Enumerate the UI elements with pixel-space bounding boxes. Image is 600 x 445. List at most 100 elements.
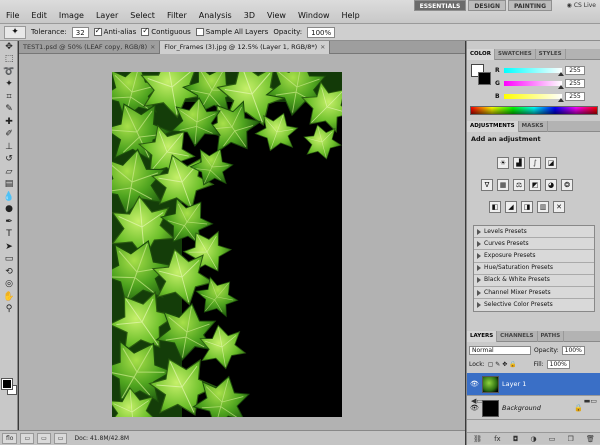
menu-item-analysis[interactable]: Analysis xyxy=(193,9,238,23)
tolerance-input[interactable]: 32 xyxy=(71,26,89,38)
selective-color-icon[interactable]: ✕ xyxy=(553,201,565,213)
list-item[interactable]: Levels Presets xyxy=(474,226,594,239)
clone-stamp-tool-icon[interactable]: ⊥ xyxy=(0,141,18,154)
posterize-icon[interactable]: ◢ xyxy=(505,201,517,213)
photo-filter-icon[interactable]: ◕ xyxy=(545,179,557,191)
close-icon[interactable]: ✕ xyxy=(150,41,155,54)
tab-masks[interactable]: MASKS xyxy=(519,121,548,132)
eyedropper-tool-icon[interactable]: ✎ xyxy=(0,104,18,117)
list-item[interactable]: Channel Mixer Presets xyxy=(474,287,594,300)
lasso-tool-icon[interactable]: ➰ xyxy=(0,66,18,79)
blue-value-input[interactable]: 255 xyxy=(565,91,585,101)
anti-alias-checkbox[interactable]: Anti-alias xyxy=(93,26,136,36)
workspace-design-button[interactable]: DESIGN xyxy=(468,0,506,11)
zoom-tool-icon[interactable]: ⚲ xyxy=(0,304,18,317)
menu-item-file[interactable]: File xyxy=(0,9,25,23)
marquee-tool-icon[interactable]: ⬚ xyxy=(0,54,18,67)
gradient-map-icon[interactable]: ▥ xyxy=(537,201,549,213)
green-slider[interactable] xyxy=(504,80,564,89)
path-selection-tool-icon[interactable]: ➤ xyxy=(0,241,18,254)
layer-style-icon[interactable]: fx xyxy=(494,435,501,443)
dodge-tool-icon[interactable]: ● xyxy=(0,204,18,217)
list-item[interactable]: Curves Presets xyxy=(474,238,594,251)
menu-item-edit[interactable]: Edit xyxy=(25,9,53,23)
eraser-tool-icon[interactable]: ▱ xyxy=(0,166,18,179)
invert-icon[interactable]: ◧ xyxy=(489,201,501,213)
brightness-contrast-icon[interactable]: ☀ xyxy=(497,157,509,169)
document-tab-flor-frames[interactable]: Flor_Frames (3).jpg @ 12.5% (Layer 1, RG… xyxy=(160,41,331,54)
fill-input[interactable]: 100% xyxy=(546,360,570,369)
channel-mixer-icon[interactable]: ❂ xyxy=(561,179,573,191)
tab-channels[interactable]: CHANNELS xyxy=(497,331,538,342)
blend-mode-select[interactable]: Normal xyxy=(469,346,531,355)
menu-item-select[interactable]: Select xyxy=(124,9,161,23)
foreground-color-swatch[interactable] xyxy=(1,378,13,390)
link-layers-icon[interactable]: ⛓ xyxy=(473,435,482,443)
vibrance-icon[interactable]: ∇ xyxy=(481,179,493,191)
exposure-icon[interactable]: ◪ xyxy=(545,157,557,169)
tab-styles[interactable]: STYLES xyxy=(536,49,566,60)
slider-knob-icon[interactable] xyxy=(558,84,564,89)
list-item[interactable]: Selective Color Presets xyxy=(474,299,594,311)
eye-icon[interactable]: 👁 xyxy=(470,380,479,388)
tab-swatches[interactable]: SWATCHES xyxy=(495,49,536,60)
magic-wand-tool-icon[interactable]: ✦ xyxy=(0,79,18,92)
menu-item-filter[interactable]: Filter xyxy=(161,9,193,23)
history-brush-tool-icon[interactable]: ↺ xyxy=(0,154,18,167)
workspace-painting-button[interactable]: PAINTING xyxy=(507,0,552,11)
menu-item-3d[interactable]: 3D xyxy=(238,9,261,23)
minimized-document-tab[interactable]: ▭ xyxy=(37,432,51,444)
blue-slider[interactable] xyxy=(504,93,564,102)
new-adjustment-icon[interactable]: ◑ xyxy=(531,435,537,443)
tab-adjustments[interactable]: ADJUSTMENTS xyxy=(467,121,519,132)
color-spectrum-bar[interactable] xyxy=(470,106,598,115)
delete-layer-icon[interactable]: 🗑 xyxy=(586,435,595,443)
tab-color[interactable]: COLOR xyxy=(467,49,495,60)
minimized-document-tab[interactable]: ▭ xyxy=(20,432,35,444)
add-mask-icon[interactable]: ◘ xyxy=(513,435,519,443)
list-item[interactable]: Exposure Presets xyxy=(474,250,594,263)
menu-item-view[interactable]: View xyxy=(261,9,292,23)
lock-buttons-icon[interactable]: ▢ ✎ ✥ 🔒 xyxy=(488,361,517,368)
blur-tool-icon[interactable]: 💧 xyxy=(0,191,18,204)
layer-opacity-input[interactable]: 100% xyxy=(561,346,585,355)
curves-icon[interactable]: ∫ xyxy=(529,157,541,169)
workspace-essentials-button[interactable]: ESSENTIALS xyxy=(413,0,467,11)
document-tab-test1[interactable]: TEST1.psd @ 50% (LEAF copy, RGB/8) ✕ xyxy=(19,41,161,54)
healing-brush-tool-icon[interactable]: ✚ xyxy=(0,116,18,129)
3d-rotate-tool-icon[interactable]: ⟲ xyxy=(0,266,18,279)
red-value-input[interactable]: 255 xyxy=(565,65,585,75)
move-tool-icon[interactable]: ✥ xyxy=(0,41,18,54)
new-layer-icon[interactable]: ❐ xyxy=(568,435,574,443)
brush-tool-icon[interactable]: ✐ xyxy=(0,129,18,142)
cs-live-button[interactable]: ◉ CS Live xyxy=(567,0,596,11)
tab-paths[interactable]: PATHS xyxy=(538,331,565,342)
minimized-document-tab[interactable]: flo xyxy=(2,432,18,444)
3d-orbit-tool-icon[interactable]: ◎ xyxy=(0,279,18,292)
new-group-icon[interactable]: ▭ xyxy=(549,435,556,443)
color-balance-icon[interactable]: ⚖ xyxy=(513,179,525,191)
hand-tool-icon[interactable]: ✋ xyxy=(0,291,18,304)
menu-item-help[interactable]: Help xyxy=(336,9,366,23)
opacity-input[interactable]: 100% xyxy=(307,26,336,38)
green-value-input[interactable]: 255 xyxy=(565,78,585,88)
gradient-tool-icon[interactable]: ▤ xyxy=(0,179,18,192)
layer-row-background[interactable]: 👁 Background 🔒 xyxy=(467,397,600,420)
black-white-icon[interactable]: ◩ xyxy=(529,179,541,191)
type-tool-icon[interactable]: T xyxy=(0,229,18,242)
tool-preset-picker[interactable]: ✦ xyxy=(4,25,26,39)
pen-tool-icon[interactable]: ✒ xyxy=(0,216,18,229)
document-canvas[interactable] xyxy=(112,72,342,417)
red-slider[interactable] xyxy=(504,67,564,76)
crop-tool-icon[interactable]: ⌗ xyxy=(0,91,18,104)
close-icon[interactable]: ✕ xyxy=(320,41,325,54)
tab-layers[interactable]: LAYERS xyxy=(467,331,498,342)
background-color-swatch[interactable] xyxy=(478,72,491,85)
levels-icon[interactable]: ▟ xyxy=(513,157,525,169)
list-item[interactable]: Black & White Presets xyxy=(474,275,594,287)
minimized-document-tab[interactable]: ▭ xyxy=(53,432,68,444)
hue-saturation-icon[interactable]: ▦ xyxy=(497,179,509,191)
shape-tool-icon[interactable]: ▭ xyxy=(0,254,18,267)
eye-icon[interactable]: 👁 xyxy=(470,404,479,412)
menu-item-window[interactable]: Window xyxy=(292,9,336,23)
